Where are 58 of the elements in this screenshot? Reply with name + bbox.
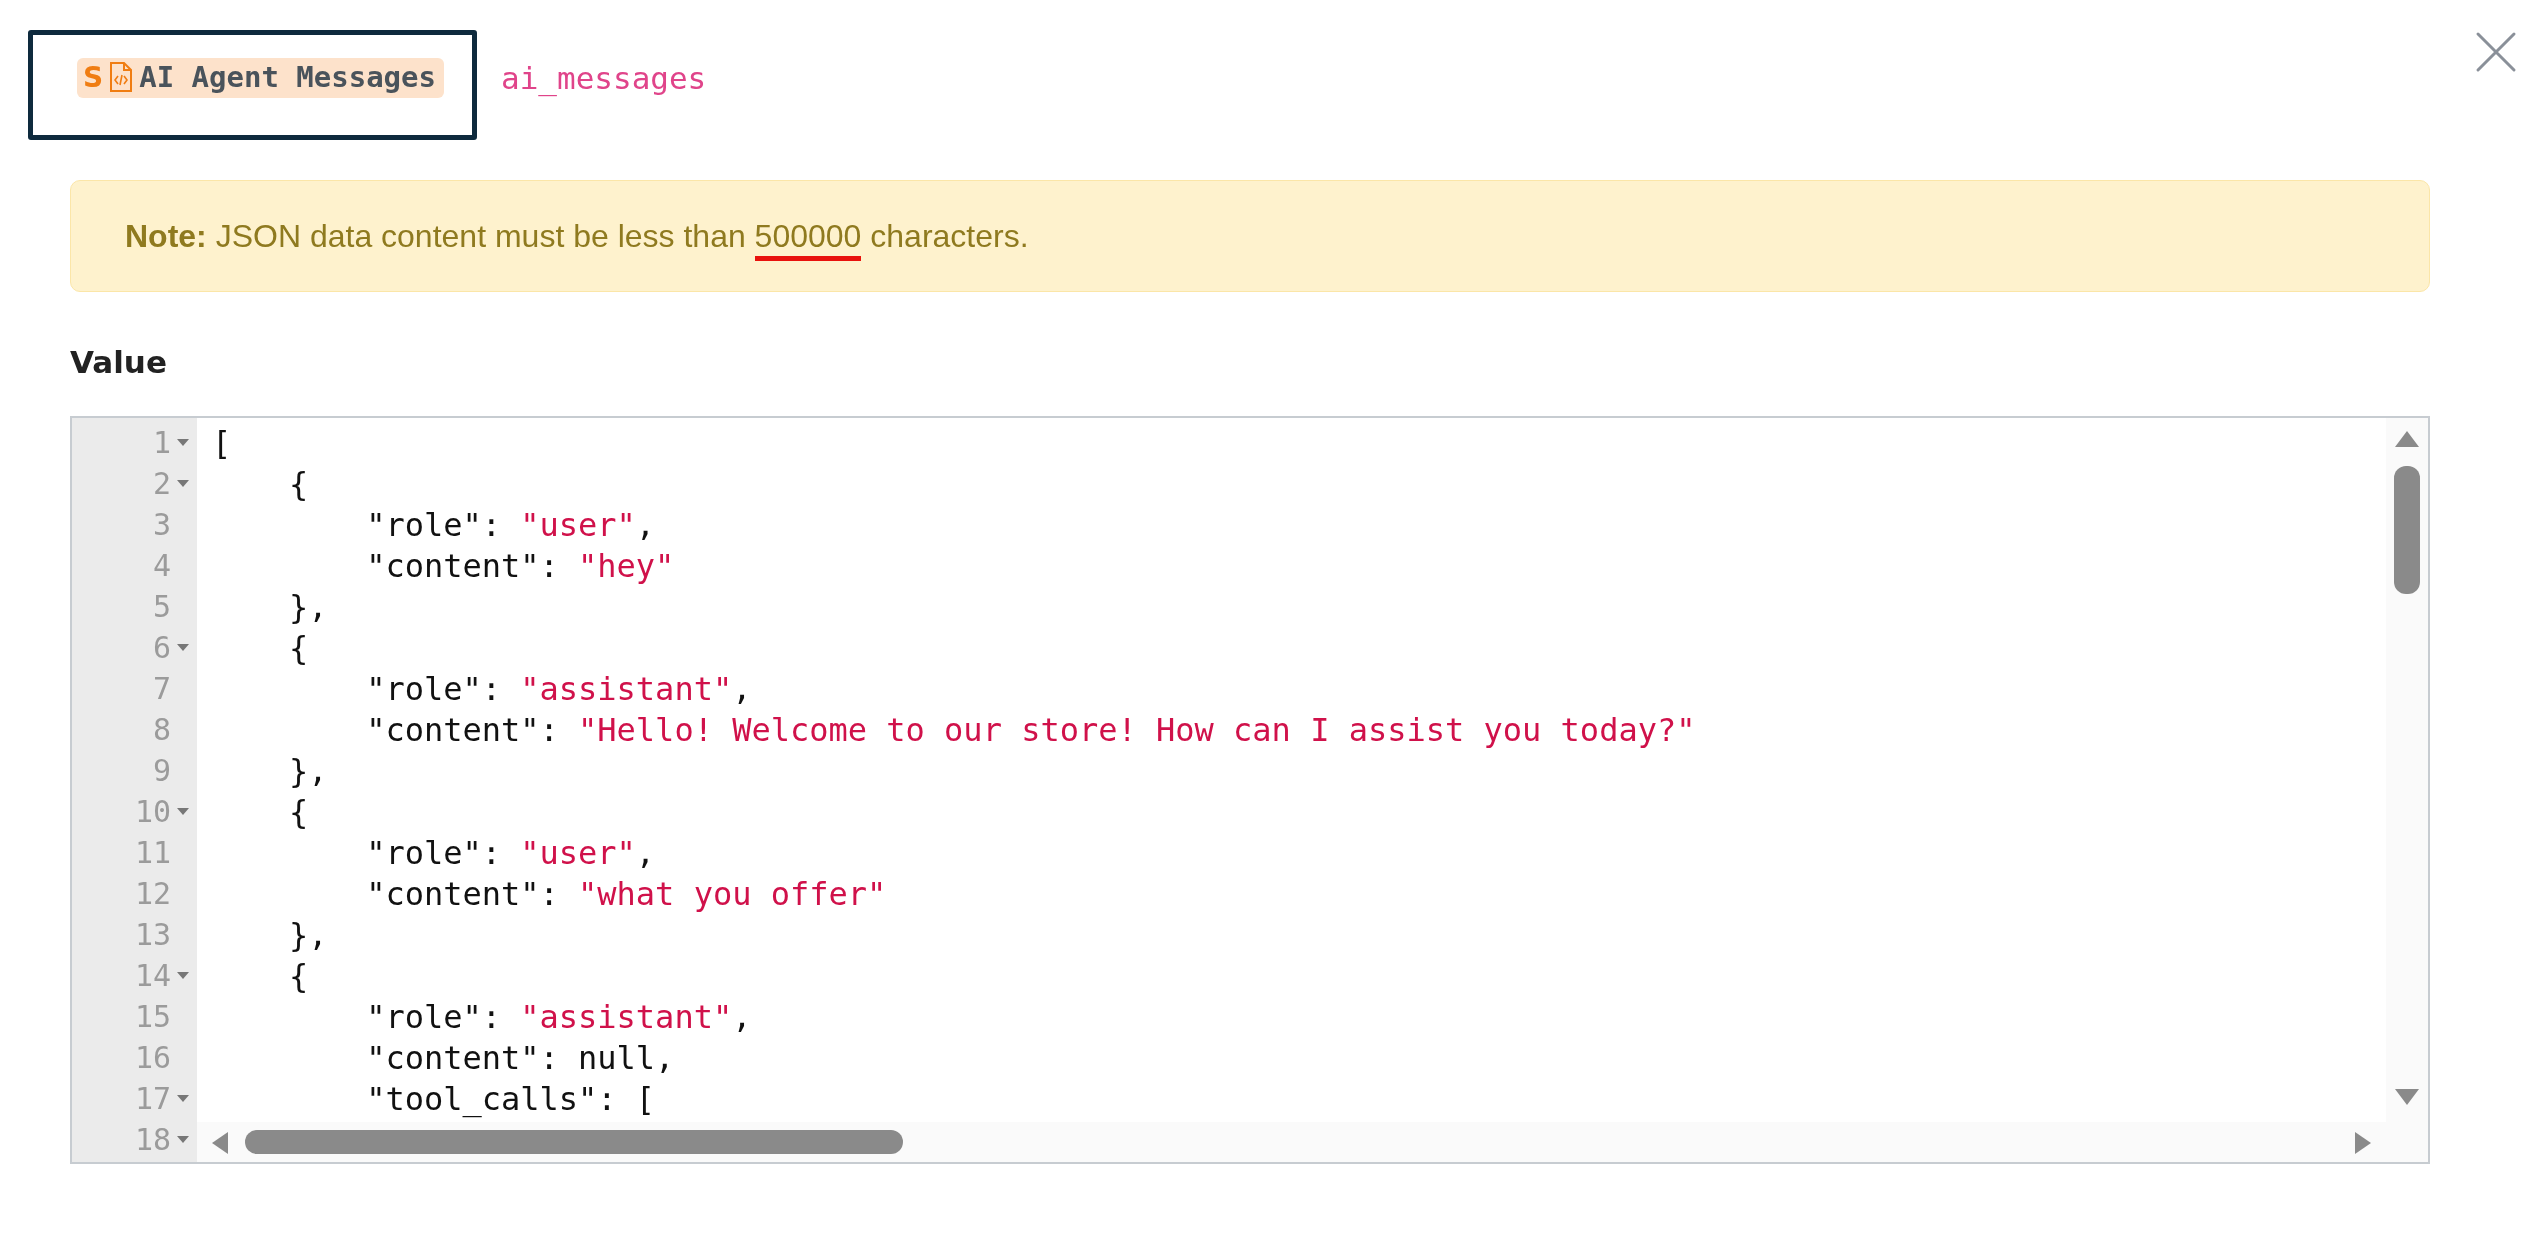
line-number: 15 — [134, 999, 171, 1034]
close-button[interactable] — [2474, 30, 2518, 74]
line-number: 6 — [152, 630, 171, 665]
line-number: 12 — [134, 876, 171, 911]
field-key: ai_messages — [501, 60, 707, 96]
line-number: 7 — [152, 671, 171, 706]
code-line: { — [288, 956, 309, 995]
code-line: "tool_calls": [ — [365, 1079, 656, 1118]
scroll-thumb[interactable] — [245, 1130, 903, 1154]
field-label: Value — [70, 344, 167, 380]
line-number: 10 — [134, 794, 171, 829]
code-line: }, — [288, 587, 328, 626]
code-line: }, — [288, 751, 328, 790]
code-line: { — [288, 792, 309, 831]
fold-arrow-icon[interactable] — [177, 1094, 189, 1103]
line-number: 13 — [134, 917, 171, 952]
line-number: 17 — [134, 1081, 171, 1116]
fold-arrow-icon[interactable] — [177, 971, 189, 980]
line-number: 1 — [152, 425, 171, 460]
fold-arrow-icon[interactable] — [177, 438, 189, 447]
line-number: 9 — [152, 753, 171, 788]
code-line: "role": "user", — [365, 833, 656, 872]
line-number: 8 — [152, 712, 171, 747]
fold-arrow-icon[interactable] — [177, 479, 189, 488]
line-number: 18 — [134, 1122, 171, 1157]
code-line: { — [288, 628, 309, 667]
code-line: }, — [288, 915, 328, 954]
code-line: "content": "what you offer" — [365, 874, 887, 913]
scroll-right-icon[interactable] — [2354, 1131, 2372, 1155]
code-line: [ — [212, 423, 232, 462]
badge-title: AI Agent Messages — [139, 60, 436, 94]
code-editor[interactable] — [70, 416, 2430, 1164]
line-number: 5 — [152, 589, 171, 624]
code-line: "content": "Hello! Welcome to our store! How can I assist you today?" — [365, 710, 1696, 749]
code-line: "role": "assistant", — [365, 669, 752, 708]
scroll-thumb[interactable] — [2394, 466, 2420, 594]
fold-arrow-icon[interactable] — [177, 1135, 189, 1144]
scroll-down-icon[interactable] — [2394, 1088, 2420, 1106]
code-line: "content": "hey" — [365, 546, 675, 585]
badge-letter: S — [83, 60, 104, 94]
fold-arrow-icon[interactable] — [177, 643, 189, 652]
line-number: 2 — [152, 466, 171, 501]
vertical-scrollbar[interactable] — [2386, 418, 2428, 1162]
code-line: "content": null, — [365, 1038, 675, 1077]
code-file-icon — [109, 62, 134, 92]
scroll-up-icon[interactable] — [2394, 430, 2420, 448]
line-number: 11 — [134, 835, 171, 870]
horizontal-scrollbar[interactable] — [197, 1122, 2386, 1162]
note-text: Note: JSON data content must be less than 500000 characters. — [125, 217, 1029, 265]
line-number: 4 — [152, 548, 171, 583]
line-number: 16 — [134, 1040, 171, 1075]
code-line: { — [288, 464, 309, 503]
code-line: "role": "user", — [365, 505, 656, 544]
line-number: 3 — [152, 507, 171, 542]
line-number: 14 — [134, 958, 171, 993]
code-line: "role": "assistant", — [365, 997, 752, 1036]
scroll-left-icon[interactable] — [211, 1131, 229, 1155]
fold-arrow-icon[interactable] — [177, 807, 189, 816]
